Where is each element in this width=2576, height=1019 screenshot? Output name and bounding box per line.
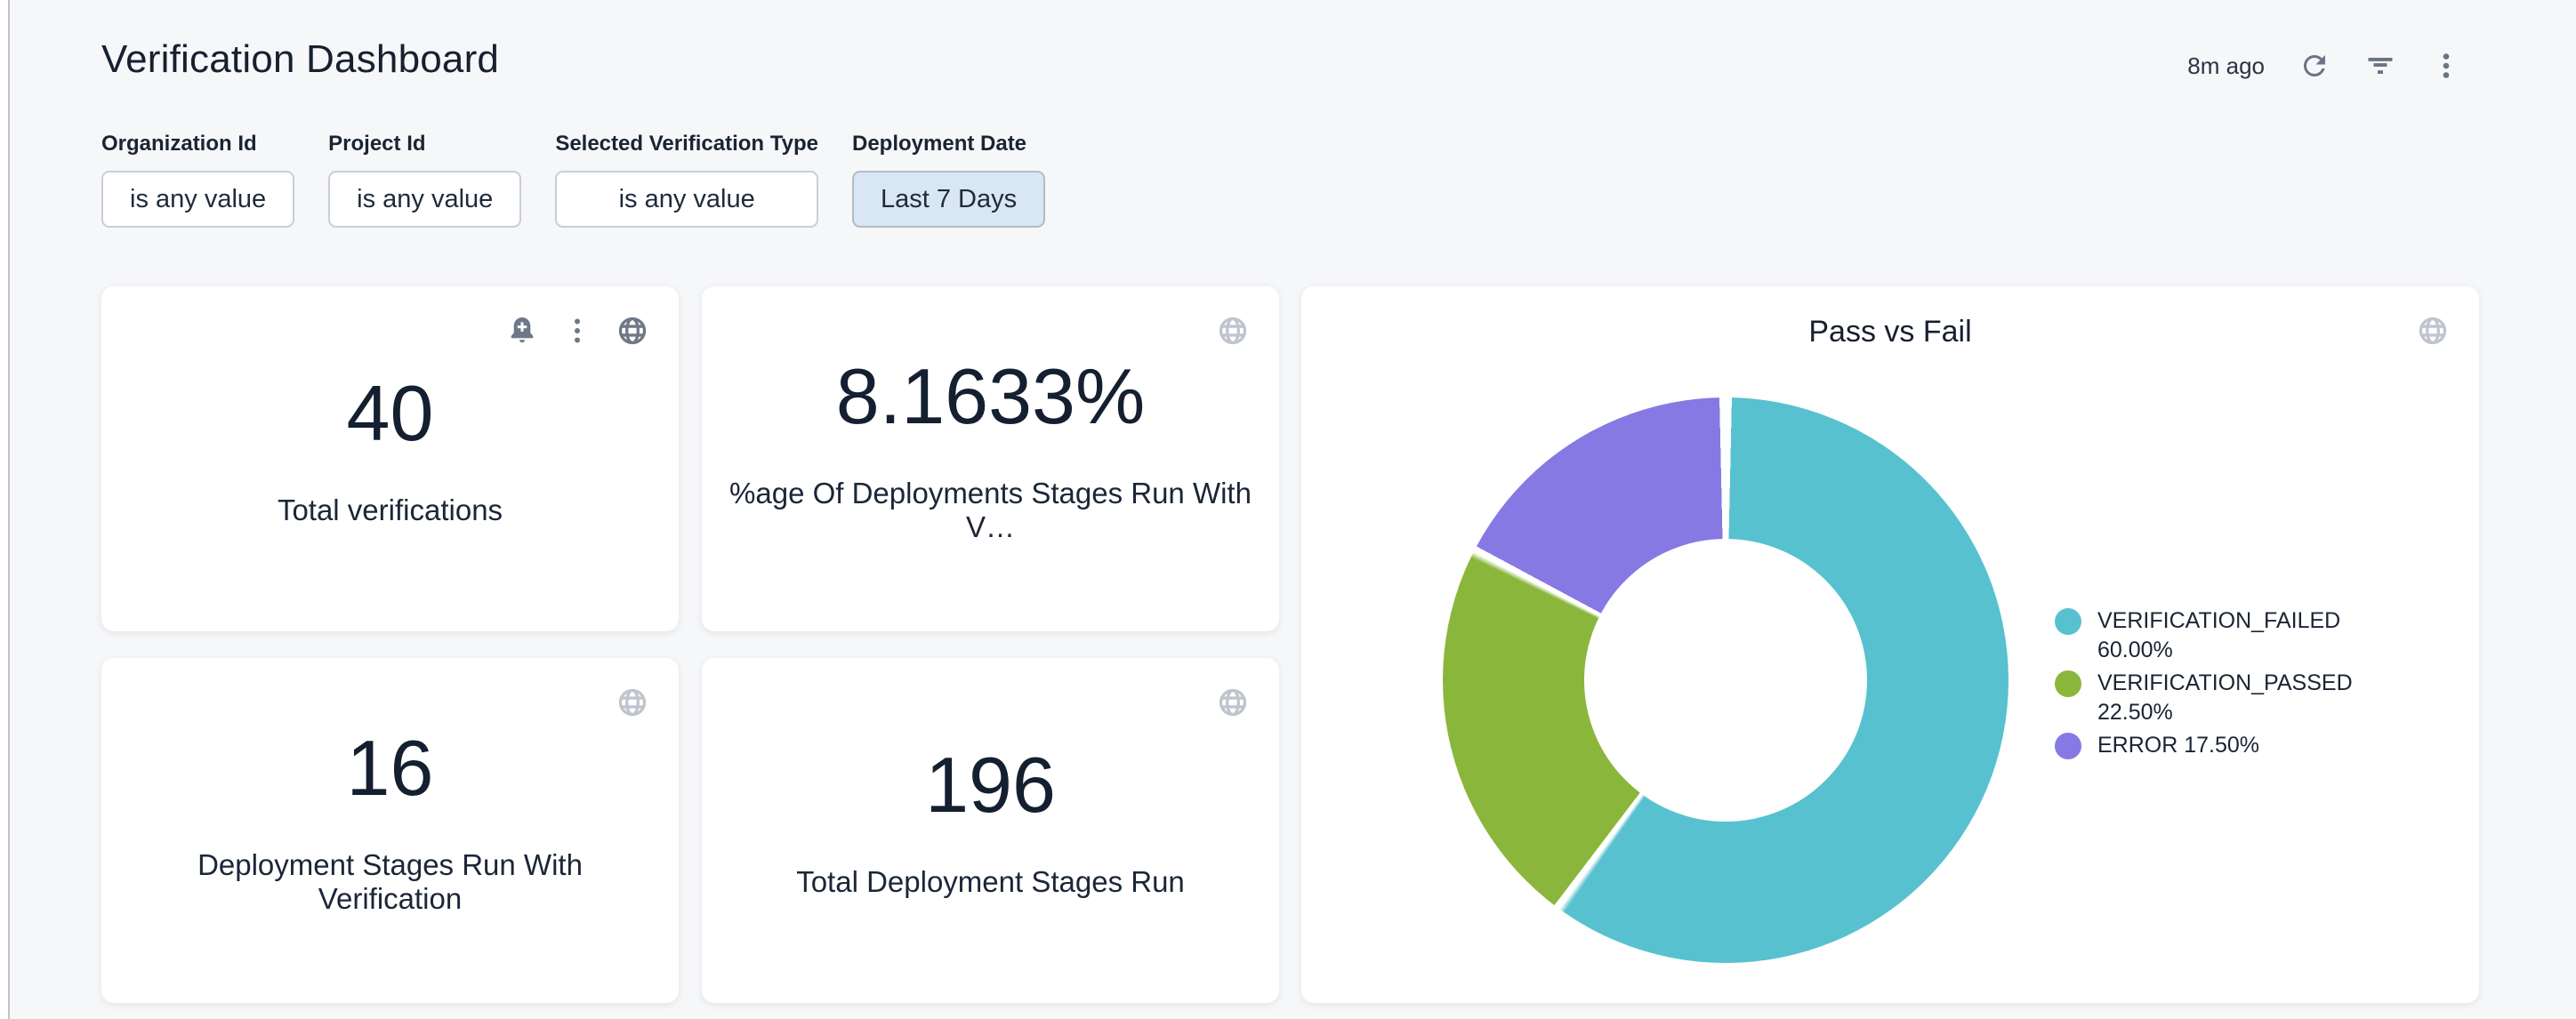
globe-icon[interactable] — [1217, 686, 1249, 718]
legend-dot — [2055, 733, 2081, 759]
tile-body: 16 Deployment Stages Run With Verificati… — [101, 658, 679, 1003]
kebab-menu-icon[interactable] — [561, 315, 593, 347]
donut-hole — [1584, 539, 1867, 822]
filter-label: Organization Id — [101, 132, 294, 156]
tile-value: 196 — [925, 746, 1056, 824]
filter-value-button-deployment-date[interactable]: Last 7 Days — [852, 171, 1045, 228]
legend-item-verification-passed[interactable]: VERIFICATION_PASSED 22.50% — [2055, 669, 2375, 727]
legend-label: ERROR 17.50% — [2097, 731, 2364, 760]
legend-item-error[interactable]: ERROR 17.50% — [2055, 731, 2375, 760]
header-actions: 8m ago — [2187, 50, 2462, 82]
legend-label: VERIFICATION_FAILED 60.00% — [2097, 606, 2364, 665]
pass-vs-fail-chart-card: Pass vs Fail VERIFICATION_FAILED 60.00% … — [1301, 286, 2479, 1003]
legend-dot — [2055, 670, 2081, 697]
tile-total-verifications: 40 Total verifications — [101, 286, 679, 631]
filter-project-id: Project Id is any value — [328, 132, 521, 228]
filter-organization-id: Organization Id is any value — [101, 132, 294, 228]
legend-item-verification-failed[interactable]: VERIFICATION_FAILED 60.00% — [2055, 606, 2375, 665]
tile-value: 16 — [347, 729, 434, 807]
tile-body: 8.1633% %age Of Deployments Stages Run W… — [702, 286, 1279, 631]
left-panel-edge — [0, 0, 10, 1019]
tile-total-deployment-stages-run: 196 Total Deployment Stages Run — [702, 658, 1279, 1003]
donut-chart[interactable] — [1443, 397, 2008, 963]
filter-list-icon[interactable] — [2364, 50, 2396, 82]
legend-dot — [2055, 608, 2081, 635]
last-refresh-timestamp: 8m ago — [2187, 52, 2265, 80]
globe-icon[interactable] — [616, 315, 648, 347]
globe-icon[interactable] — [1217, 315, 1249, 347]
globe-icon[interactable] — [616, 686, 648, 718]
chart-legend: VERIFICATION_FAILED 60.00% VERIFICATION_… — [2055, 606, 2375, 760]
legend-label: VERIFICATION_PASSED 22.50% — [2097, 669, 2364, 727]
filter-value-button-project-id[interactable]: is any value — [328, 171, 521, 228]
tile-body: 196 Total Deployment Stages Run — [702, 658, 1279, 1003]
filter-selected-verification-type: Selected Verification Type is any value — [555, 132, 818, 228]
add-alert-icon[interactable] — [506, 315, 538, 347]
tile-deployment-stages-with-verification: 16 Deployment Stages Run With Verificati… — [101, 658, 679, 1003]
filter-label: Project Id — [328, 132, 521, 156]
kebab-menu-icon[interactable] — [2430, 50, 2462, 82]
page-title: Verification Dashboard — [101, 37, 499, 82]
tile-value: 40 — [347, 374, 434, 453]
filter-label: Deployment Date — [852, 132, 1045, 156]
tile-label: Total Deployment Stages Run — [769, 865, 1212, 899]
tile-value: 8.1633% — [836, 357, 1145, 436]
tile-label: Total verifications — [251, 493, 529, 527]
filter-value-button-verification-type[interactable]: is any value — [555, 171, 818, 228]
filter-deployment-date: Deployment Date Last 7 Days — [852, 132, 1045, 228]
filter-bar: Organization Id is any value Project Id … — [101, 132, 1045, 228]
tile-pct-deployments-with-verifications: 8.1633% %age Of Deployments Stages Run W… — [702, 286, 1279, 631]
dashboard-page: Verification Dashboard 8m ago Organizati… — [0, 0, 2576, 1019]
filter-value-button-organization-id[interactable]: is any value — [101, 171, 294, 228]
globe-icon[interactable] — [2417, 315, 2449, 347]
tile-label: Deployment Stages Run With Verification — [101, 848, 679, 916]
refresh-icon[interactable] — [2298, 50, 2330, 82]
chart-title: Pass vs Fail — [1301, 315, 2479, 349]
tile-label: %age Of Deployments Stages Run With V… — [702, 477, 1279, 544]
filter-label: Selected Verification Type — [555, 132, 818, 156]
